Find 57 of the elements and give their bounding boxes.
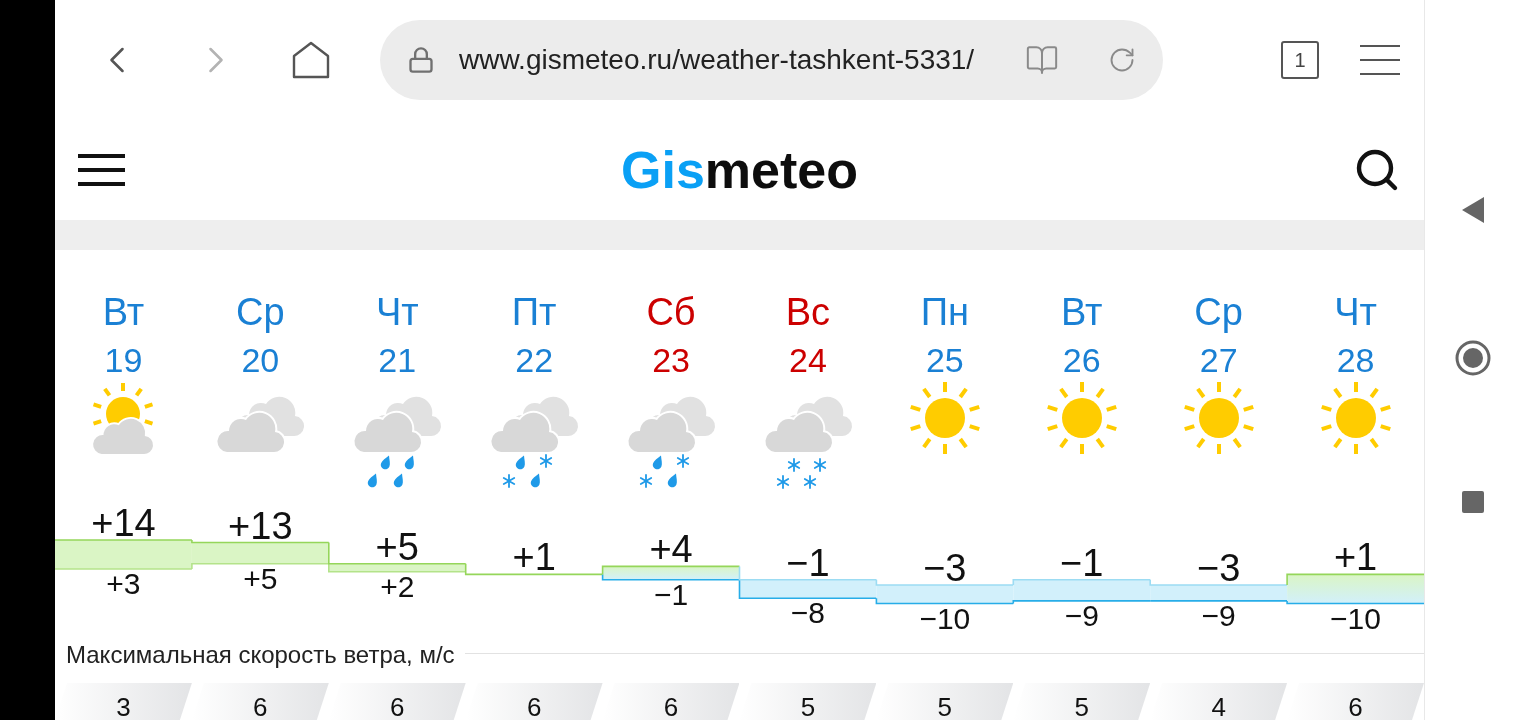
max-temperature-label: +14 <box>91 503 156 543</box>
menu-button[interactable] <box>78 154 125 186</box>
weekday-label: Пн <box>920 290 969 334</box>
max-temperature-label: +13 <box>228 505 293 546</box>
lock-icon <box>407 46 435 74</box>
weekday-label: Пт <box>511 290 557 334</box>
system-home-button[interactable] <box>1454 340 1491 376</box>
tab-count-button[interactable]: 1 <box>1281 41 1319 79</box>
max-temperature-label: −3 <box>923 548 967 588</box>
circle-home-icon <box>1454 340 1491 376</box>
min-temperature-label: +2 <box>380 570 415 603</box>
max-temperature-label: +1 <box>512 537 556 578</box>
max-temperature-label: +4 <box>649 529 693 570</box>
date-label: 23 <box>652 340 690 380</box>
weekday-label: Вт <box>102 290 145 334</box>
menu-icon <box>78 154 125 186</box>
square-recents-icon <box>1461 491 1484 513</box>
address-bar[interactable]: www.gismeteo.ru/weather-tashkent-5331/ <box>380 20 1163 100</box>
date-label: 21 <box>378 340 417 380</box>
min-temperature-label: −8 <box>790 597 826 630</box>
min-temperature-label: −9 <box>1064 599 1099 632</box>
min-temperature-label: +5 <box>243 562 278 595</box>
reload-icon <box>1108 46 1136 74</box>
date-label: 19 <box>104 340 143 380</box>
min-temperature-label: −10 <box>1330 602 1381 635</box>
weekday-label: Вс <box>785 290 831 334</box>
system-recents-button[interactable] <box>1460 490 1485 514</box>
url-text: www.gismeteo.ru/weather-tashkent-5331/ <box>459 43 975 77</box>
max-temperature-label: +1 <box>1333 537 1378 578</box>
weekday-label: Чт <box>375 290 419 334</box>
browser-menu-button[interactable] <box>1360 44 1400 76</box>
date-label: 28 <box>1336 340 1375 380</box>
date-label: 20 <box>241 340 280 380</box>
weekday-label: Ср <box>1194 290 1243 334</box>
date-label: 27 <box>1199 340 1238 380</box>
house-icon <box>291 40 331 80</box>
book-icon <box>1025 43 1059 77</box>
weekday-label: Вт <box>1061 290 1103 334</box>
max-temperature-label: −3 <box>1197 548 1241 588</box>
weekday-label: Сб <box>646 290 696 334</box>
max-temperature-label: +5 <box>375 526 419 567</box>
min-temperature-label: −10 <box>919 602 971 635</box>
weekday-label: Чт <box>1334 290 1377 334</box>
max-temperature-label: −1 <box>1060 542 1104 583</box>
min-temperature-label: −1 <box>653 578 689 611</box>
section-title: Максимальная скорость ветра, м/с <box>66 640 455 670</box>
date-label: 22 <box>515 340 554 380</box>
site-logo[interactable]: Gismeteo <box>621 140 858 200</box>
min-temperature-label: −9 <box>1201 599 1236 632</box>
min-temperature-label: +3 <box>106 568 141 600</box>
weekday-label: Ср <box>236 290 285 334</box>
date-label: 26 <box>1062 340 1101 380</box>
max-temperature-label: −1 <box>786 542 830 583</box>
date-label: 25 <box>925 340 964 380</box>
back-triangle-icon <box>1461 197 1484 223</box>
date-label: 24 <box>789 340 827 380</box>
menu-icon <box>1360 45 1400 75</box>
